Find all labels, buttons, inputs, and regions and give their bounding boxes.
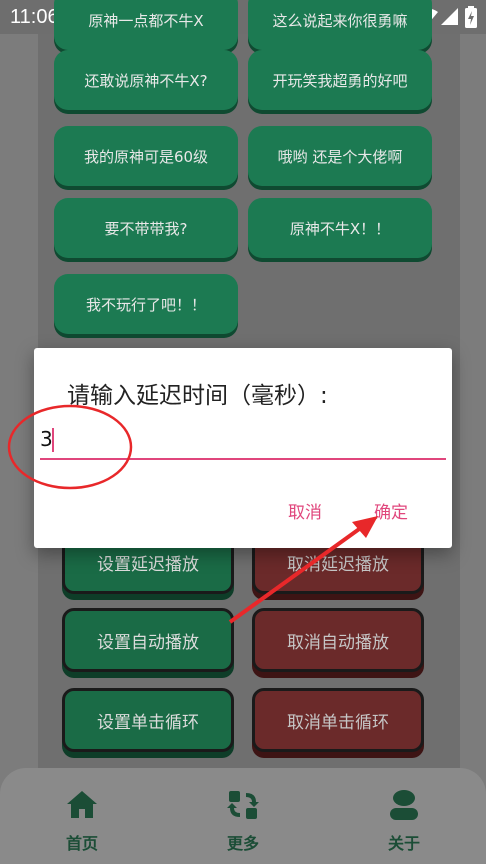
set-loop-button[interactable]: 设置单击循环 (62, 688, 234, 752)
switch-icon (227, 791, 259, 819)
signal-icon (441, 8, 458, 25)
sound-button[interactable]: 开玩笑我超勇的好吧 (248, 50, 432, 110)
text-caret (52, 428, 54, 452)
confirm-button[interactable]: 确定 (374, 498, 408, 523)
status-time: 11:06 (10, 6, 59, 28)
sound-button[interactable]: 要不带带我? (54, 198, 238, 258)
sound-button[interactable]: 哦哟 还是个大佬啊 (248, 126, 432, 186)
nav-label-home: 首页 (65, 834, 98, 853)
delay-input-dialog: 请输入延迟时间（毫秒）: 取消 确定 (34, 348, 452, 548)
nav-label-about: 关于 (387, 834, 420, 853)
nav-item-home[interactable]: 首页 (42, 788, 122, 854)
sound-button[interactable]: 这么说起来你很勇嘛 (248, 0, 432, 50)
cancel-loop-button[interactable]: 取消单击循环 (252, 688, 424, 752)
set-auto-play-button[interactable]: 设置自动播放 (62, 608, 234, 672)
cancel-button[interactable]: 取消 (288, 498, 322, 523)
sound-button[interactable]: 原神一点都不牛X (54, 0, 238, 50)
delay-input[interactable] (40, 420, 446, 460)
dialog-title: 请输入延迟时间（毫秒）: (67, 383, 328, 409)
nav-label-more: 更多 (226, 834, 259, 853)
home-icon (67, 791, 97, 818)
bottom-navigation: 首页 更多 关于 (0, 768, 486, 864)
sound-button[interactable]: 还敢说原神不牛X? (54, 50, 238, 110)
sound-button[interactable]: 原神不牛X！！ (248, 198, 432, 258)
sound-button[interactable]: 我不玩行了吧！！ (54, 274, 238, 334)
battery-charging-icon (465, 6, 477, 28)
nav-item-more[interactable]: 更多 (203, 788, 283, 854)
cancel-auto-play-button[interactable]: 取消自动播放 (252, 608, 424, 672)
sound-button[interactable]: 我的原神可是60级 (54, 126, 238, 186)
user-icon (390, 790, 418, 820)
nav-item-about[interactable]: 关于 (364, 788, 444, 854)
